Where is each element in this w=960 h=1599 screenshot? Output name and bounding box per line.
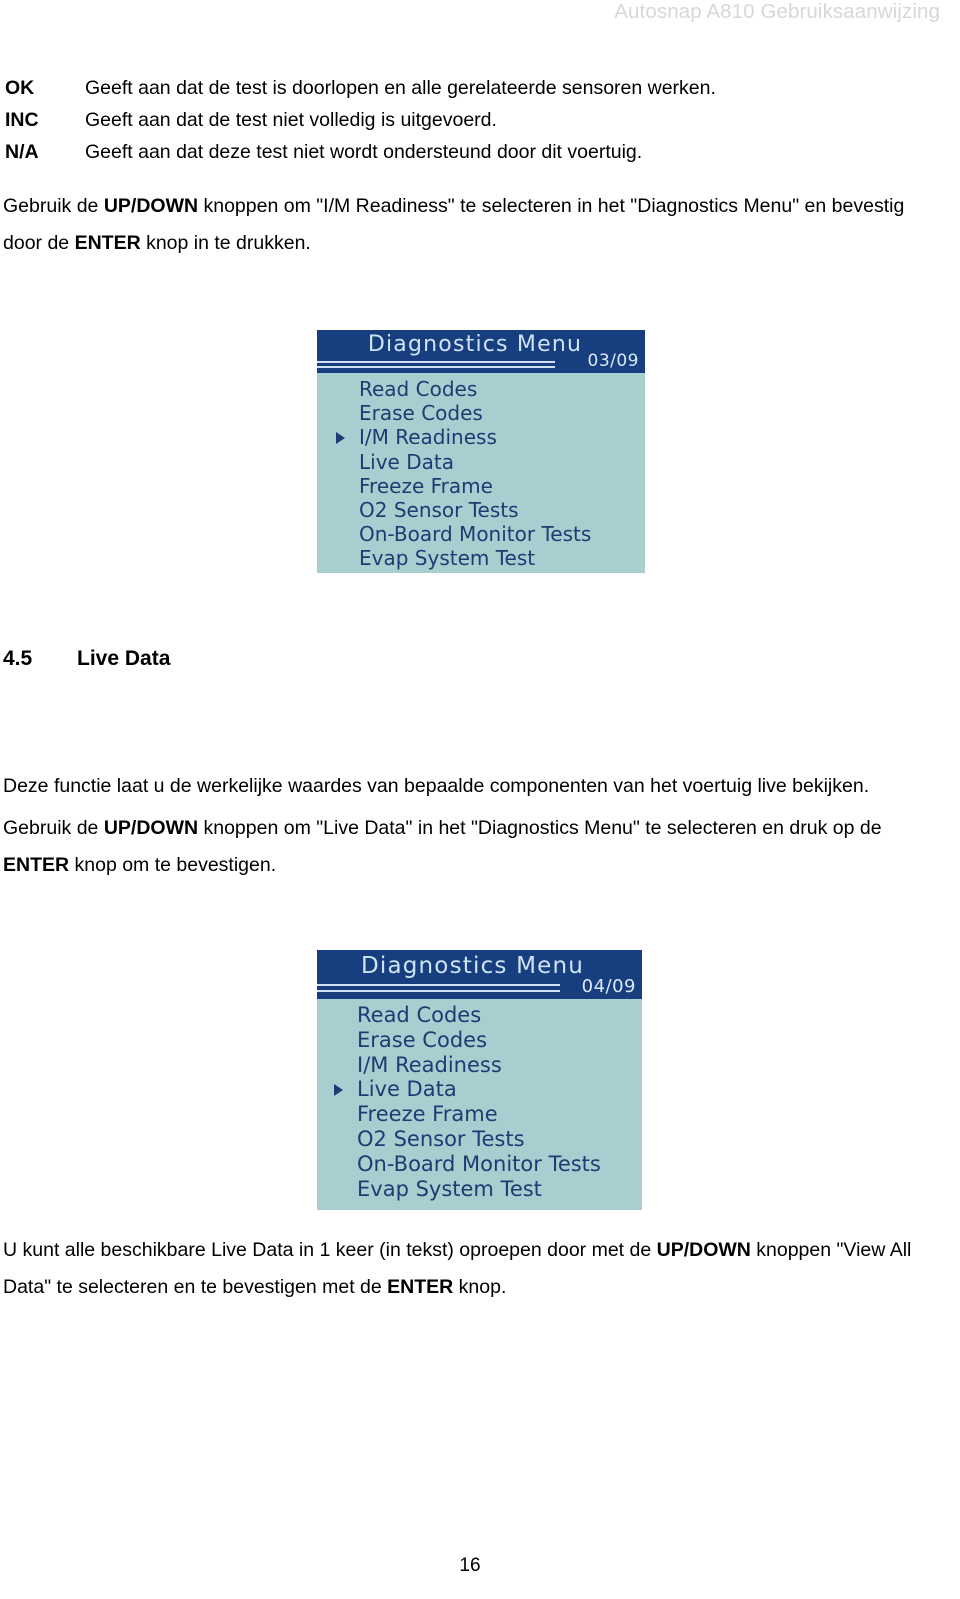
lcd-menu-item-selected[interactable]: I/M Readiness	[317, 425, 645, 449]
paragraph-text-segment: Gebruik de	[3, 817, 104, 839]
definition-row: OK Geeft aan dat de test is doorlopen en…	[5, 72, 905, 104]
document-page: Autosnap A810 Gebruiksaanwijzing OK Geef…	[0, 0, 960, 1599]
lcd-menu-item-label: On-Board Monitor Tests	[357, 1151, 601, 1176]
lcd-menu-item[interactable]: Live Data	[317, 450, 645, 474]
lcd-menu-item[interactable]: Freeze Frame	[317, 474, 645, 498]
lcd-screenshot-diagnostics-menu-04: Diagnostics Menu 04/09 Read Codes Erase …	[317, 950, 642, 1210]
paragraph-live-data-select: Gebruik de UP/DOWN knoppen om "Live Data…	[3, 810, 933, 884]
lcd-menu-item-label: Read Codes	[357, 1003, 482, 1027]
lcd-menu-item-label: I/M Readiness	[359, 425, 497, 450]
lcd-menu-item[interactable]: Erase Codes	[317, 401, 645, 425]
paragraph-text-segment: knop om te bevestigen.	[69, 854, 277, 876]
paragraph-view-all-data: U kunt alle beschikbare Live Data in 1 k…	[3, 1232, 933, 1306]
definition-row: INC Geeft aan dat de test niet volledig …	[5, 104, 905, 136]
definition-row: N/A Geeft aan dat deze test niet wordt o…	[5, 136, 905, 168]
lcd-menu-item-label: Evap System Test	[357, 1176, 542, 1201]
lcd-menu-item[interactable]: On-Board Monitor Tests	[317, 1152, 642, 1177]
lcd-menu-item[interactable]: Evap System Test	[317, 546, 645, 570]
lcd-menu-item[interactable]: Evap System Test	[317, 1177, 642, 1202]
lcd-menu-item[interactable]: Read Codes	[317, 377, 645, 401]
lcd-menu-item[interactable]: Freeze Frame	[317, 1102, 642, 1127]
lcd-menu-item-label: Live Data	[357, 1077, 457, 1102]
paragraph-text-segment: knop in te drukken.	[140, 232, 311, 254]
status-definition-list: OK Geeft aan dat de test is doorlopen en…	[5, 72, 905, 168]
lcd-menu-item-label: On-Board Monitor Tests	[359, 522, 592, 547]
lcd-page-indicator: 04/09	[581, 976, 636, 997]
paragraph-text-segment: knop.	[453, 1276, 507, 1298]
paragraph-live-data-intro: Deze functie laat u de werkelijke waarde…	[3, 775, 870, 797]
lcd-menu-item-label: Live Data	[359, 449, 454, 474]
selection-cursor-icon	[336, 431, 345, 444]
section-number: 4.5	[3, 647, 33, 670]
lcd-menu-item-label: O2 Sensor Tests	[359, 498, 519, 523]
paragraph-text-segment: U kunt alle beschikbare Live Data in 1 k…	[3, 1239, 657, 1261]
lcd-menu-item-selected[interactable]: Live Data	[317, 1077, 642, 1102]
lcd-title-underline-bottom	[317, 990, 560, 992]
paragraph-bold-enter: ENTER	[387, 1276, 454, 1298]
definition-term-ok: OK	[5, 77, 35, 99]
paragraph-bold-enter: ENTER	[3, 854, 70, 876]
paragraph-bold-updown: UP/DOWN	[656, 1239, 751, 1261]
lcd-menu-item-label: Evap System Test	[359, 546, 536, 571]
lcd-menu-list: Read Codes Erase Codes I/M Readiness Liv…	[317, 373, 645, 571]
lcd-menu-item-label: Freeze Frame	[359, 473, 493, 498]
lcd-title-underline-top	[317, 984, 560, 986]
selection-cursor-icon	[334, 1083, 343, 1096]
definition-description-inc: Geeft aan dat de test niet volledig is u…	[85, 109, 497, 131]
paragraph-bold-updown: UP/DOWN	[103, 817, 199, 839]
lcd-menu-item-label: Read Codes	[359, 377, 478, 401]
section-title: Live Data	[77, 647, 171, 670]
lcd-menu-item-label: Erase Codes	[357, 1027, 488, 1052]
lcd-menu-list: Read Codes Erase Codes I/M Readiness Liv…	[317, 999, 642, 1201]
paragraph-bold-updown: UP/DOWN	[103, 195, 199, 217]
lcd-page-indicator: 03/09	[587, 351, 639, 371]
lcd-menu-item-label: O2 Sensor Tests	[357, 1126, 525, 1151]
lcd-menu-item-label: Freeze Frame	[357, 1102, 498, 1127]
lcd-title-underline-top	[317, 361, 555, 363]
lcd-menu-item-label: I/M Readiness	[357, 1052, 502, 1077]
section-heading: 4.5 Live Data	[3, 647, 170, 671]
lcd-title-bar: Diagnostics Menu 03/09	[317, 330, 645, 373]
lcd-menu-item[interactable]: O2 Sensor Tests	[317, 498, 645, 522]
lcd-menu-item[interactable]: Read Codes	[317, 1003, 642, 1028]
running-header: Autosnap A810 Gebruiksaanwijzing	[614, 0, 940, 23]
lcd-menu-item-label: Erase Codes	[359, 401, 483, 426]
lcd-menu-item[interactable]: On-Board Monitor Tests	[317, 522, 645, 546]
lcd-menu-item[interactable]: Erase Codes	[317, 1028, 642, 1053]
definition-description-na: Geeft aan dat deze test niet wordt onder…	[85, 141, 643, 163]
definition-description-ok: Geeft aan dat de test is doorlopen en al…	[85, 77, 716, 99]
paragraph-text-segment: knoppen om "Live Data" in het "Diagnosti…	[198, 817, 882, 839]
lcd-title-underline-bottom	[317, 366, 555, 368]
definition-term-na: N/A	[5, 141, 39, 163]
paragraph-bold-enter: ENTER	[74, 232, 141, 254]
definition-term-inc: INC	[5, 109, 39, 131]
lcd-menu-item[interactable]: O2 Sensor Tests	[317, 1127, 642, 1152]
paragraph-text-segment: Gebruik de	[3, 195, 104, 217]
lcd-screenshot-diagnostics-menu-03: Diagnostics Menu 03/09 Read Codes Erase …	[317, 330, 645, 573]
page-number: 16	[459, 1555, 481, 1576]
lcd-title-bar: Diagnostics Menu 04/09	[317, 950, 642, 999]
paragraph-im-readiness-instruction: Gebruik de UP/DOWN knoppen om "I/M Readi…	[3, 188, 933, 262]
lcd-menu-item[interactable]: I/M Readiness	[317, 1053, 642, 1078]
